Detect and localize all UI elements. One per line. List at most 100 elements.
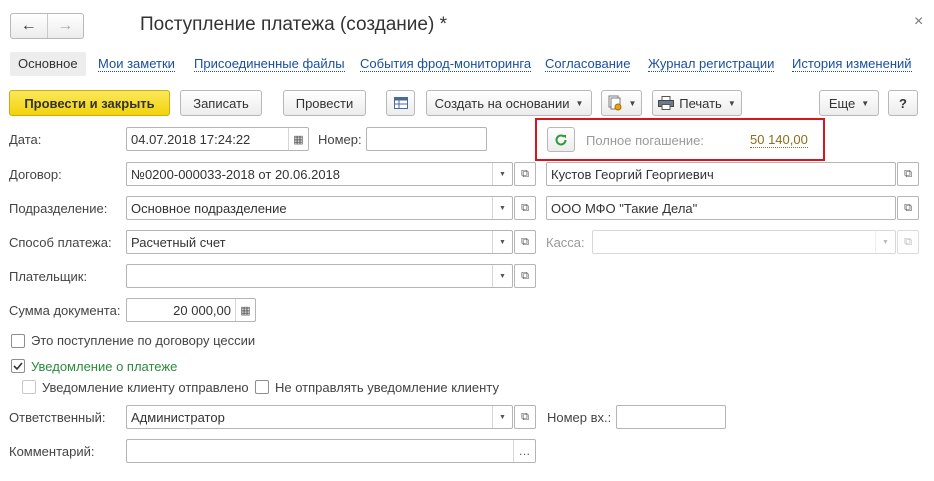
create-based-on-label: Создать на основании [434, 95, 570, 111]
payment-method-value: Расчетный счет [131, 234, 226, 250]
contract-value: №0200-000033-2018 от 20.06.2018 [131, 166, 341, 182]
tab-approval-label: Согласование [545, 56, 631, 72]
open-icon: ⧉ [521, 410, 529, 423]
chevron-down-icon[interactable]: ▼ [492, 163, 512, 185]
cashbox-field: ▼ [592, 230, 896, 254]
number-label: Номер: [318, 132, 362, 147]
client-field[interactable]: Кустов Георгий Георгиевич [546, 162, 896, 186]
calendar-icon[interactable]: ▦ [288, 128, 308, 150]
back-arrow-icon[interactable]: ← [11, 14, 48, 38]
ellipsis-icon[interactable]: … [513, 440, 535, 462]
tab-change-history-label: История изменений [792, 56, 912, 72]
post-button[interactable]: Провести [283, 90, 366, 116]
client-notified-checkbox[interactable] [22, 380, 36, 394]
open-responsible-button[interactable]: ⧉ [514, 405, 536, 429]
open-icon: ⧉ [521, 235, 529, 248]
close-icon[interactable]: × [914, 13, 923, 31]
open-payment-method-button[interactable]: ⧉ [514, 230, 536, 254]
post-and-close-button[interactable]: Провести и закрыть [9, 90, 170, 116]
chevron-down-icon[interactable]: ▼ [492, 197, 512, 219]
tab-fraud-monitoring-events[interactable]: События фрод-мониторинга [360, 52, 532, 76]
open-contract-button[interactable]: ⧉ [514, 162, 536, 186]
date-value: 04.07.2018 17:24:22 [131, 131, 251, 147]
amount-label: Сумма документа: [9, 303, 121, 318]
open-icon: ⧉ [521, 269, 529, 282]
open-icon: ⧉ [521, 201, 529, 214]
division-value: Основное подразделение [131, 200, 287, 216]
table-icon [393, 97, 408, 109]
help-button[interactable]: ? [888, 90, 918, 116]
date-label: Дата: [9, 132, 42, 147]
tab-change-history[interactable]: История изменений [792, 52, 912, 76]
division-field[interactable]: Основное подразделение ▼ [126, 196, 513, 220]
comment-field[interactable]: … [126, 439, 536, 463]
date-field[interactable]: 04.07.2018 17:24:22 ▦ [126, 127, 309, 151]
refresh-icon [555, 133, 567, 145]
tab-main[interactable]: Основное [10, 52, 86, 76]
chevron-down-icon[interactable]: ▼ [492, 265, 512, 287]
cashbox-label: Касса: [546, 235, 585, 250]
number-field[interactable] [366, 127, 487, 151]
client-notified-label: Уведомление клиенту отправлено [42, 380, 249, 395]
open-icon: ⧉ [904, 235, 912, 248]
incoming-number-field[interactable] [616, 405, 726, 429]
print-label: Печать [679, 95, 722, 111]
comment-label: Комментарий: [9, 444, 95, 459]
open-icon: ⧉ [904, 201, 912, 214]
documents-gear-icon [608, 95, 622, 111]
navigation-buttons: ← → [10, 13, 84, 39]
open-icon: ⧉ [521, 167, 529, 180]
division-label: Подразделение: [9, 201, 108, 216]
responsible-value: Администратор [131, 409, 225, 425]
tab-registration-log[interactable]: Журнал регистрации [648, 52, 775, 76]
related-documents-button[interactable]: ▼ [601, 90, 642, 116]
chevron-down-icon: ▼ [727, 98, 736, 108]
open-organization-button[interactable]: ⧉ [897, 196, 919, 220]
open-division-button[interactable]: ⧉ [514, 196, 536, 220]
payment-method-field[interactable]: Расчетный счет ▼ [126, 230, 513, 254]
notification-label: Уведомление о платеже [31, 359, 178, 374]
more-label: Еще [828, 95, 856, 111]
organization-value: ООО МФО "Такие Дела" [551, 200, 698, 216]
tab-attached-files[interactable]: Присоединенные файлы [194, 52, 345, 76]
dont-send-notification-checkbox[interactable] [255, 380, 269, 394]
notification-checkbox[interactable] [11, 359, 25, 373]
tab-my-notes[interactable]: Мои заметки [98, 52, 175, 76]
payer-label: Плательщик: [9, 269, 88, 284]
chevron-down-icon[interactable]: ▼ [492, 231, 512, 253]
full-repayment-label: Полное погашение: [586, 133, 705, 148]
contract-field[interactable]: №0200-000033-2018 от 20.06.2018 ▼ [126, 162, 513, 186]
chevron-down-icon: ▼ [861, 98, 870, 108]
open-payer-button[interactable]: ⧉ [514, 264, 536, 288]
organization-field[interactable]: ООО МФО "Такие Дела" [546, 196, 896, 220]
open-client-button[interactable]: ⧉ [897, 162, 919, 186]
open-icon: ⧉ [904, 167, 912, 180]
save-button[interactable]: Записать [180, 90, 262, 116]
cession-checkbox[interactable] [11, 334, 25, 348]
full-repayment-amount[interactable]: 50 140,00 [750, 132, 808, 148]
tab-attached-files-label: Присоединенные файлы [194, 56, 345, 72]
open-cashbox-button: ⧉ [897, 230, 919, 254]
forward-arrow-icon[interactable]: → [48, 14, 84, 38]
printer-icon [658, 96, 675, 110]
amount-value: 20 000,00 [173, 302, 231, 318]
full-repayment-value: 50 140,00 [750, 132, 808, 148]
refresh-button[interactable] [547, 127, 575, 152]
create-based-on-button[interactable]: Создать на основании ▼ [426, 90, 592, 116]
print-button[interactable]: Печать ▼ [652, 90, 742, 116]
checkmark-icon [13, 362, 23, 371]
amount-field[interactable]: 20 000,00 ▦ [126, 298, 256, 322]
client-value: Кустов Георгий Георгиевич [551, 166, 714, 182]
responsible-field[interactable]: Администратор ▼ [126, 405, 513, 429]
calculator-icon[interactable]: ▦ [235, 299, 255, 321]
document-journal-button[interactable] [386, 90, 415, 116]
payment-method-label: Способ платежа: [9, 235, 112, 250]
tab-approval[interactable]: Согласование [545, 52, 631, 76]
page-title: Поступление платежа (создание) * [140, 14, 447, 35]
payer-field[interactable]: ▼ [126, 264, 513, 288]
more-button[interactable]: Еще ▼ [819, 90, 879, 116]
chevron-down-icon: ▼ [875, 231, 895, 253]
cession-label: Это поступление по договору цессии [31, 333, 256, 348]
dont-send-notification-label: Не отправлять уведомление клиенту [275, 380, 499, 395]
chevron-down-icon[interactable]: ▼ [492, 406, 512, 428]
